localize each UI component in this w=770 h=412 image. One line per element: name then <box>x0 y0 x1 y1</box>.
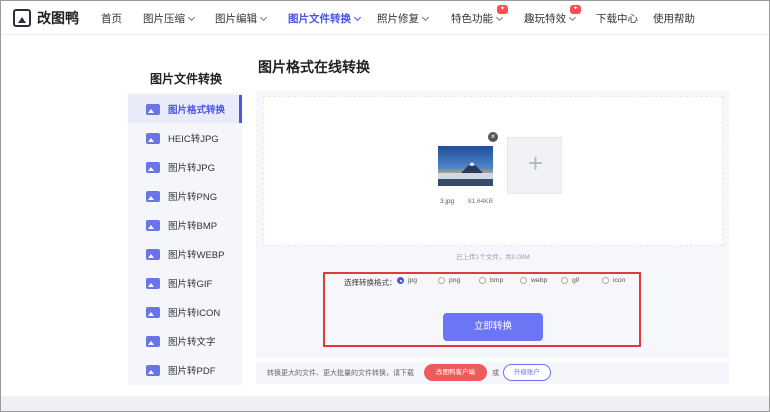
sidebar: 图片格式转换 HEIC转JPG 图片转JPG 图片转PNG 图片转BMP 图片转… <box>128 93 242 385</box>
landscape-thumbnail-image <box>438 146 493 186</box>
format-label: 选择转换格式： <box>344 278 397 287</box>
sidebar-item-heic-to-jpg[interactable]: HEIC转JPG <box>128 124 242 152</box>
sidebar-item-to-jpg[interactable]: 图片转JPG <box>128 153 242 181</box>
download-client-button[interactable]: 改图鸭客户端 <box>424 364 487 381</box>
sidebar-item-to-pdf[interactable]: 图片转PDF <box>128 356 242 384</box>
format-radio-webp[interactable]: webp <box>520 277 547 284</box>
sidebar-item-format-convert[interactable]: 图片格式转换 <box>128 95 242 123</box>
chevron-down-icon <box>353 13 362 22</box>
nav-photo-repair[interactable]: 照片修复 <box>377 11 430 26</box>
nav-download-center[interactable]: 下载中心 <box>596 11 638 26</box>
chevron-down-icon <box>568 13 577 22</box>
nav-help[interactable]: 使用帮助 <box>653 11 695 26</box>
image-icon <box>146 335 160 347</box>
image-icon <box>146 190 160 202</box>
sidebar-item-to-gif[interactable]: 图片转GIF <box>128 269 242 297</box>
radio-selected-icon <box>397 277 404 284</box>
image-icon <box>146 364 160 376</box>
hot-badge: ✦ <box>569 5 581 14</box>
file-name: 3.jpg <box>440 198 455 205</box>
chevron-down-icon <box>495 13 504 22</box>
upgrade-account-button[interactable]: 升级账户 <box>503 364 551 381</box>
brand-name: 改图鸭 <box>37 10 79 26</box>
convert-now-button[interactable]: 立即转换 <box>443 313 543 341</box>
nav-special-features[interactable]: 特色功能 ✦ <box>451 5 508 26</box>
radio-icon <box>438 277 445 284</box>
image-icon <box>146 219 160 231</box>
page-title: 图片格式在线转换 <box>258 59 370 75</box>
sidebar-item-to-text[interactable]: 图片转文字 <box>128 327 242 355</box>
format-radio-gif[interactable]: gif <box>561 277 579 284</box>
file-thumbnail <box>438 146 493 186</box>
chevron-down-icon <box>421 13 430 22</box>
add-file-button[interactable]: + <box>507 137 562 194</box>
top-navigation: 改图鸭 首页 图片压缩 图片编辑 图片文件转换 照片修复 特色功能 ✦ 趣玩特效 ✦… <box>1 1 769 35</box>
radio-icon <box>561 277 568 284</box>
upload-summary: 已上传1个文件，共0.08M <box>456 254 530 261</box>
format-radio-jpg[interactable]: jpg <box>397 277 417 284</box>
image-icon <box>146 277 160 289</box>
brand-logo[interactable]: 改图鸭 <box>13 8 79 28</box>
nav-home[interactable]: 首页 <box>101 11 122 26</box>
nav-image-file-convert[interactable]: 图片文件转换 <box>288 11 362 26</box>
hot-badge: ✦ <box>496 5 508 14</box>
plus-icon: + <box>527 148 544 178</box>
radio-icon <box>602 277 609 284</box>
chevron-down-icon <box>187 13 196 22</box>
sidebar-item-to-bmp[interactable]: 图片转BMP <box>128 211 242 239</box>
sidebar-item-to-png[interactable]: 图片转PNG <box>128 182 242 210</box>
format-radio-bmp[interactable]: bmp <box>479 277 503 284</box>
radio-icon <box>479 277 486 284</box>
or-text: 或 <box>492 370 499 377</box>
sidebar-item-to-webp[interactable]: 图片转WEBP <box>128 240 242 268</box>
image-icon <box>146 161 160 173</box>
image-icon <box>146 132 160 144</box>
sidebar-title: 图片文件转换 <box>150 72 223 86</box>
bottom-strip <box>1 396 769 411</box>
nav-image-edit[interactable]: 图片编辑 <box>215 11 268 26</box>
image-icon <box>146 248 160 260</box>
chevron-down-icon <box>259 13 268 22</box>
logo-icon <box>13 9 31 27</box>
remove-file-button[interactable]: × <box>488 132 498 142</box>
sidebar-item-to-icon[interactable]: 图片转ICON <box>128 298 242 326</box>
format-radio-icon[interactable]: icon <box>602 277 625 284</box>
image-icon <box>146 306 160 318</box>
nav-fun-effects[interactable]: 趣玩特效 ✦ <box>524 5 581 26</box>
radio-icon <box>520 277 527 284</box>
file-size: 81.64KB <box>468 198 493 205</box>
image-icon <box>146 103 160 115</box>
upload-area[interactable] <box>263 96 723 246</box>
promo-text: 转换更大的文件、更大批量的文件转换，请下载 <box>267 370 414 377</box>
format-radio-png[interactable]: png <box>438 277 460 284</box>
nav-image-compress[interactable]: 图片压缩 <box>143 11 196 26</box>
